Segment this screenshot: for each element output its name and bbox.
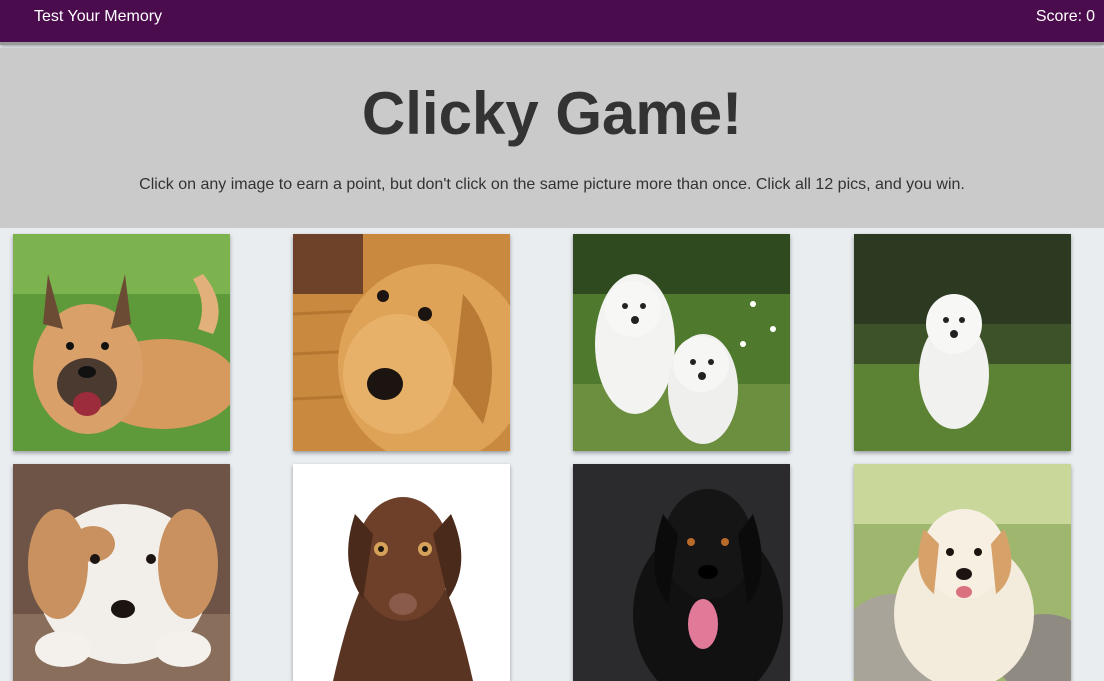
dog-card-4[interactable] (854, 234, 1071, 451)
shepherd-mix-dog-photo (13, 234, 230, 451)
score-value: 0 (1086, 8, 1095, 25)
app-brand[interactable]: Test Your Memory (34, 8, 162, 26)
black-dog-photo (573, 464, 790, 681)
white-puppy-in-grass-photo (854, 234, 1071, 451)
header-banner: Clicky Game! Click on any image to earn … (0, 48, 1104, 228)
dog-card-6[interactable] (293, 464, 510, 681)
chocolate-lab-puppy-photo (293, 464, 510, 681)
golden-retriever-photo (293, 234, 510, 451)
page-title: Clicky Game! (361, 80, 743, 147)
dog-card-1[interactable] (13, 234, 230, 451)
navbar: Test Your Memory Score: 0 (0, 0, 1104, 45)
dog-card-5[interactable] (13, 464, 230, 681)
dog-card-8[interactable] (854, 464, 1071, 681)
score-label: Score: (1035, 8, 1083, 25)
cavapoo-puppy-photo (13, 464, 230, 681)
score-display: Score: 0 (1036, 8, 1095, 26)
dog-card-7[interactable] (573, 464, 790, 681)
instructions-text: Click on any image to earn a point, but … (139, 176, 965, 193)
dog-card-3[interactable] (573, 234, 790, 451)
two-white-puppies-photo (573, 234, 790, 451)
image-grid (0, 228, 1104, 681)
dog-card-2[interactable] (293, 234, 510, 451)
golden-puppy-photo (854, 464, 1071, 681)
